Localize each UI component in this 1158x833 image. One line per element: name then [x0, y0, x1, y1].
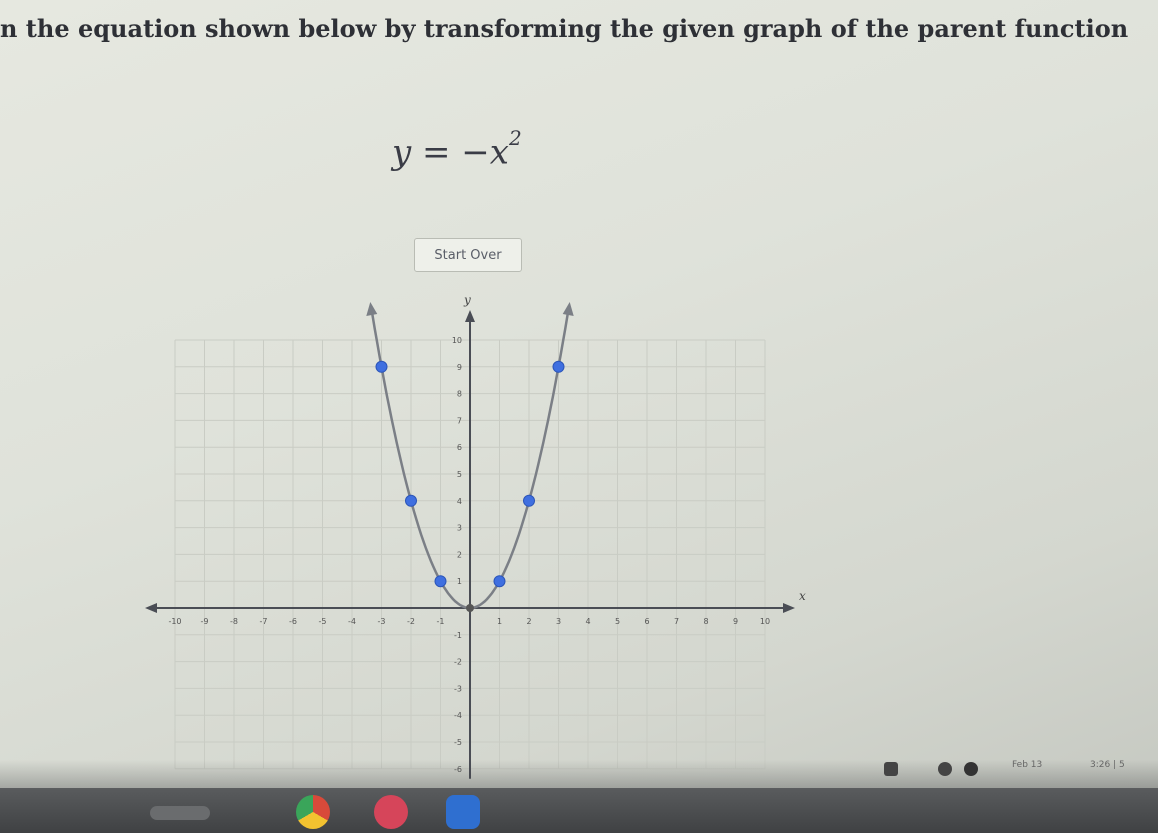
y-tick-label: -4: [454, 711, 462, 720]
x-tick-label: -10: [168, 617, 181, 626]
x-axis-arrow-left: [145, 603, 157, 613]
x-tick-label: 7: [674, 617, 679, 626]
y-tick-label: 7: [457, 416, 462, 425]
tray-time: 3:26 | 5: [1090, 760, 1125, 770]
chrome-icon[interactable]: [296, 795, 330, 829]
graph-point[interactable]: [493, 575, 506, 588]
graph-point[interactable]: [523, 494, 535, 507]
tray-icon-screen[interactable]: [884, 762, 898, 776]
x-tick-label: 1: [497, 617, 502, 626]
x-tick-label: 3: [556, 617, 561, 626]
y-tick-label: 9: [457, 363, 462, 372]
x-axis-label: x: [799, 589, 806, 603]
graph-point[interactable]: [375, 360, 388, 373]
vertex-point[interactable]: [466, 604, 474, 612]
shelf-shadow: [0, 760, 1158, 790]
x-tick-label: -7: [260, 617, 268, 626]
curve-arrow-right: [562, 301, 574, 316]
x-tick-label: 4: [585, 617, 590, 626]
tray-icon-a[interactable]: [938, 762, 952, 776]
y-tick-label: 2: [457, 550, 462, 559]
y-tick-label: -1: [454, 631, 462, 640]
y-tick-label: 4: [457, 497, 462, 506]
x-tick-label: -9: [201, 617, 209, 626]
launcher-icon[interactable]: [150, 806, 210, 820]
y-tick-label: 8: [457, 390, 462, 399]
graph-point[interactable]: [405, 494, 417, 507]
y-tick-label: 3: [457, 524, 462, 533]
x-tick-label: -3: [378, 617, 386, 626]
y-axis-arrow-up: [465, 310, 475, 322]
y-tick-label: 10: [452, 336, 462, 345]
y-tick-label: 6: [457, 443, 462, 452]
x-tick-label: -2: [407, 617, 415, 626]
y-tick-label: 5: [457, 470, 462, 479]
x-tick-label: 8: [703, 617, 708, 626]
tray-icon-b[interactable]: [964, 762, 978, 776]
curve-arrow-left: [366, 301, 378, 316]
graph-point[interactable]: [434, 575, 447, 588]
app-icon-red[interactable]: [374, 795, 408, 829]
x-tick-label: 10: [760, 617, 770, 626]
x-tick-label: -8: [230, 617, 238, 626]
x-tick-label: 6: [644, 617, 649, 626]
tray-date: Feb 13: [1012, 760, 1043, 770]
graph-point[interactable]: [552, 360, 565, 373]
y-tick-label: -2: [454, 658, 462, 667]
x-axis-arrow-right: [783, 603, 795, 613]
x-tick-label: -5: [319, 617, 327, 626]
page: n the equation shown below by transformi…: [0, 0, 1158, 833]
x-tick-label: 2: [526, 617, 531, 626]
y-axis-label: y: [463, 293, 471, 307]
graph-canvas[interactable]: xy -10 -9 -8 -7 -6 -5 -4 -3 -2 -1 1 2 3 4 5 6 7 8 9 1010987…: [0, 0, 1158, 833]
camera-icon[interactable]: [446, 795, 480, 829]
x-tick-label: 5: [615, 617, 620, 626]
y-tick-label: -3: [454, 684, 462, 693]
axes: xy: [145, 293, 806, 779]
x-tick-label: -1: [437, 617, 445, 626]
x-tick-label: -4: [348, 617, 356, 626]
y-tick-label: -5: [454, 738, 462, 747]
x-tick-label: 9: [733, 617, 738, 626]
x-tick-label: -6: [289, 617, 297, 626]
y-tick-label: 1: [457, 577, 462, 586]
